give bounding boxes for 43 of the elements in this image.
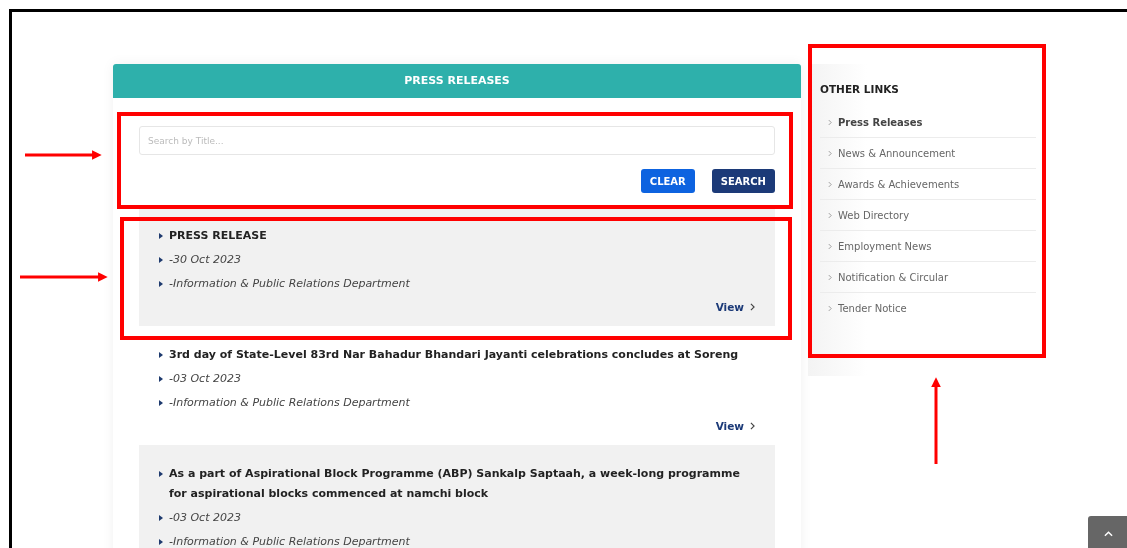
triangle-bullet-icon: [159, 400, 163, 406]
chevron-icon: [828, 180, 832, 188]
view-link[interactable]: View: [715, 420, 755, 432]
sidebar-link[interactable]: Web Directory: [838, 209, 910, 221]
view-link[interactable]: View: [715, 301, 755, 313]
release-date: -03 Oct 2023: [169, 371, 241, 387]
triangle-bullet-icon: [159, 539, 163, 545]
sidebar-link[interactable]: Press Releases: [838, 116, 923, 128]
release-department: -Information & Public Relations Department: [169, 534, 410, 548]
release-title: PRESS RELEASE: [169, 228, 267, 244]
chevron-icon: [828, 304, 832, 312]
release-title: 3rd day of State-Level 83rd Nar Bahadur Bhandari Jayanti celebrations concludes at Soreng: [169, 347, 739, 363]
chevron-right-icon: [750, 303, 755, 311]
sidebar-link[interactable]: News & Announcement: [838, 147, 956, 159]
search-field[interactable]: Search by Title...: [139, 126, 775, 155]
triangle-bullet-icon: [159, 376, 163, 382]
chevron-right-icon: [750, 422, 755, 430]
chevron-icon: [828, 273, 832, 281]
sidebar-link[interactable]: Awards & Achievements: [838, 178, 960, 190]
chevron-icon: [828, 149, 832, 157]
triangle-bullet-icon: [159, 233, 163, 239]
sidebar-link[interactable]: Tender Notice: [838, 302, 907, 314]
triangle-bullet-icon: [159, 352, 163, 358]
release-date: -30 Oct 2023: [169, 252, 241, 268]
sidebar-title: OTHER LINKS: [820, 83, 900, 95]
triangle-bullet-icon: [159, 515, 163, 521]
sidebar-link[interactable]: Notification & Circular: [838, 271, 949, 283]
release-department: -Information & Public Relations Department: [169, 276, 410, 292]
release-title: As a part of Aspirational Block Programme (ABP) Sankalp Saptaah, a week-long programme for aspirational blocks commenced at namchi block: [169, 466, 741, 502]
chevron-icon: [828, 242, 832, 250]
triangle-bullet-icon: [159, 281, 163, 287]
triangle-bullet-icon: [159, 471, 163, 477]
sidebar-link[interactable]: Employment News: [838, 240, 932, 252]
clear-button[interactable]: CLEAR: [640, 169, 695, 193]
release-department: -Information & Public Relations Department: [169, 395, 410, 411]
chevron-icon: [828, 211, 832, 219]
chevron-up-icon: [1103, 531, 1113, 537]
triangle-bullet-icon: [159, 257, 163, 263]
chevron-icon: [828, 118, 832, 126]
release-date: -03 Oct 2023: [169, 510, 241, 526]
search-button[interactable]: SEARCH: [711, 169, 775, 193]
scroll-to-top-button[interactable]: [1088, 516, 1127, 548]
card-header: PRESS RELEASES: [113, 64, 801, 98]
